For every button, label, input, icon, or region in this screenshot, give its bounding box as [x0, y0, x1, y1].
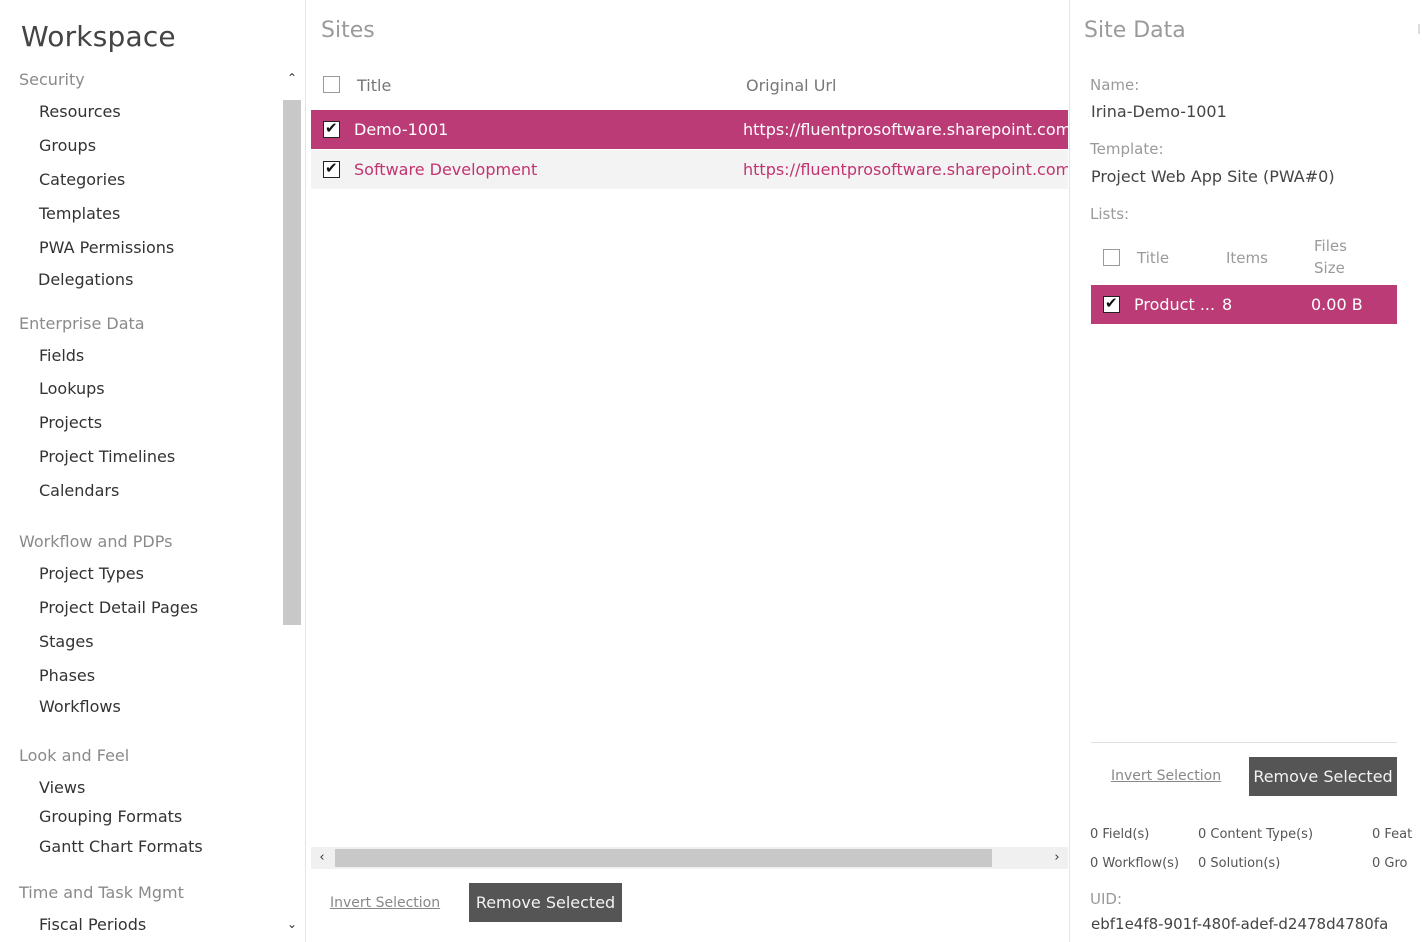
chevron-right-icon[interactable]: › — [1046, 847, 1068, 869]
nav-group-enterprise-data: Enterprise Data — [19, 314, 145, 333]
list-row[interactable]: Product ... 8 0.00 B — [1091, 285, 1397, 324]
chevron-up-icon[interactable]: ⌃ — [282, 66, 302, 90]
sites-invert-selection-link[interactable]: Invert Selection — [330, 895, 440, 911]
stat-features: 0 Feat — [1372, 827, 1413, 842]
select-all-lists-checkbox[interactable] — [1103, 249, 1120, 266]
nav-item-stages[interactable]: Stages — [39, 632, 94, 651]
nav-item-fiscal-periods[interactable]: Fiscal Periods — [39, 915, 146, 934]
name-value: Irina-Demo-1001 — [1091, 102, 1227, 121]
sites-column-url[interactable]: Original Url — [746, 76, 836, 95]
nav-item-calendars[interactable]: Calendars — [39, 481, 119, 500]
stat-solutions: 0 Solution(s) — [1198, 856, 1281, 871]
sites-title: Sites — [321, 18, 375, 43]
nav-item-templates[interactable]: Templates — [39, 204, 120, 223]
nav-item-resources[interactable]: Resources — [39, 102, 121, 121]
site-row[interactable]: Demo-1001 https://fluentprosoftware.shar… — [311, 110, 1068, 149]
nav-group-time-and-task-mgmt: Time and Task Mgmt — [19, 883, 184, 902]
nav-scroll-thumb[interactable] — [283, 100, 301, 625]
site-data-title: Site Data — [1084, 18, 1186, 43]
nav-item-gantt-chart-formats[interactable]: Gantt Chart Formats — [39, 837, 203, 856]
site-row-checkbox[interactable] — [323, 159, 340, 178]
lists-column-files-size-line2: Size — [1314, 259, 1345, 277]
list-row-checkbox[interactable] — [1103, 294, 1120, 313]
stat-groups: 0 Gro — [1372, 856, 1408, 871]
nav-item-delegations[interactable]: Delegations — [38, 270, 133, 289]
panel-edge-marker — [1418, 24, 1420, 34]
site-url: https://fluentprosoftware.sharepoint.com… — [743, 160, 1068, 179]
lists-column-items[interactable]: Items — [1226, 249, 1268, 267]
sites-scroll-thumb[interactable] — [335, 849, 992, 867]
list-title: Product ... — [1134, 295, 1216, 314]
lists-remove-selected-button[interactable]: Remove Selected — [1249, 757, 1397, 796]
nav-item-groups[interactable]: Groups — [39, 136, 96, 155]
nav-item-categories[interactable]: Categories — [39, 170, 125, 189]
nav-scrollbar[interactable]: ⌃ ⌄ — [282, 66, 302, 938]
site-data-content: Site Data Name: Irina-Demo-1001 Template… — [1071, 0, 1422, 942]
uid-value: ebf1e4f8-901f-480f-adef-d2478d4780fa — [1091, 915, 1389, 933]
stat-fields: 0 Field(s) — [1090, 827, 1150, 842]
name-label: Name: — [1090, 76, 1140, 94]
nav-item-project-types[interactable]: Project Types — [39, 564, 144, 583]
chevron-left-icon[interactable]: ‹ — [311, 847, 333, 869]
lists-invert-selection-link[interactable]: Invert Selection — [1111, 768, 1221, 784]
site-title: Software Development — [354, 160, 538, 179]
site-url: https://fluentprosoftware.sharepoint.com… — [743, 120, 1068, 139]
nav-item-fields[interactable]: Fields — [39, 346, 84, 365]
lists-column-title[interactable]: Title — [1137, 249, 1169, 267]
nav-item-phases[interactable]: Phases — [39, 666, 95, 685]
site-row-checkbox[interactable] — [323, 119, 340, 138]
chevron-down-icon[interactable]: ⌄ — [282, 912, 302, 936]
list-items: 8 — [1222, 295, 1233, 314]
select-all-sites-checkbox[interactable] — [323, 76, 340, 93]
divider — [1091, 742, 1397, 743]
sites-horizontal-scrollbar[interactable]: ‹ › — [311, 847, 1068, 869]
nav-group-workflow-and-pdps: Workflow and PDPs — [19, 532, 173, 551]
nav-item-project-timelines[interactable]: Project Timelines — [39, 447, 175, 466]
site-row[interactable]: Software Development https://fluentproso… — [311, 150, 1068, 189]
nav-item-workflows[interactable]: Workflows — [39, 697, 121, 716]
stat-workflows: 0 Workflow(s) — [1090, 856, 1180, 871]
nav-title: Workspace — [21, 20, 176, 53]
sites-column-title[interactable]: Title — [357, 76, 391, 95]
site-title: Demo-1001 — [354, 120, 449, 139]
lists-label: Lists: — [1090, 205, 1130, 223]
nav-item-views[interactable]: Views — [39, 778, 85, 797]
workspace-nav: Workspace Security Resources Groups Cate… — [0, 0, 306, 942]
template-value: Project Web App Site (PWA#0) — [1091, 167, 1335, 186]
nav-item-grouping-formats[interactable]: Grouping Formats — [39, 807, 182, 826]
nav-item-project-detail-pages[interactable]: Project Detail Pages — [39, 598, 198, 617]
list-size: 0.00 B — [1311, 295, 1363, 314]
sites-remove-selected-button[interactable]: Remove Selected — [469, 883, 622, 922]
nav-item-projects[interactable]: Projects — [39, 413, 102, 432]
template-label: Template: — [1090, 140, 1164, 158]
nav-item-pwa-permissions[interactable]: PWA Permissions — [39, 238, 174, 257]
lists-column-files-size[interactable]: Files — [1314, 237, 1347, 255]
stat-content-types: 0 Content Type(s) — [1198, 827, 1314, 842]
site-data-panel: Site Data Name: Irina-Demo-1001 Template… — [1071, 0, 1422, 942]
nav-group-look-and-feel: Look and Feel — [19, 746, 130, 765]
nav-group-security: Security — [19, 70, 85, 89]
uid-label: UID: — [1090, 890, 1123, 908]
nav-item-lookups[interactable]: Lookups — [39, 379, 105, 398]
sites-panel: Sites Title Original Url Demo-1001 https… — [308, 0, 1070, 942]
